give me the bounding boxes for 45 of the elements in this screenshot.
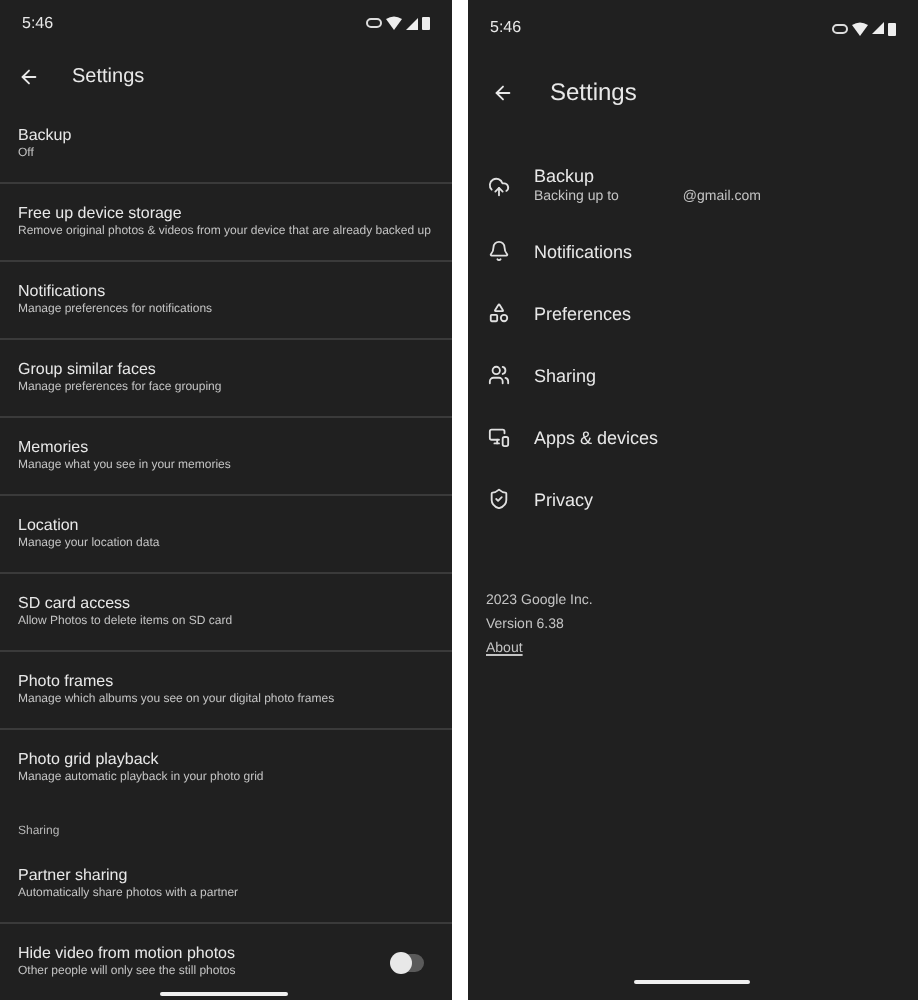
shapes-icon (488, 302, 510, 324)
wifi-icon (386, 16, 402, 31)
row-title: Location (18, 516, 81, 536)
cloud-upload-icon (488, 175, 510, 197)
home-indicator (160, 992, 288, 996)
menu-item-title: Apps & devices (534, 425, 659, 449)
back-icon[interactable] (18, 65, 40, 88)
battery-icon (422, 16, 430, 31)
menu-item-title: Privacy (534, 487, 594, 511)
devices-icon (488, 426, 510, 448)
row-title: Photo grid playback (18, 750, 161, 770)
signal-icon (406, 17, 418, 30)
wifi-icon (852, 21, 868, 35)
menu-item-title: Backup (534, 164, 597, 188)
row-title: Hide video from motion photos (18, 944, 236, 964)
screen-title: Settings (72, 63, 145, 92)
row-title: Group similar faces (18, 360, 158, 380)
menu-item-title: Sharing (534, 363, 597, 387)
screen-title: Settings (550, 76, 637, 110)
row-title: Photo frames (18, 672, 116, 692)
people-icon (488, 364, 510, 386)
row-title: Backup (18, 126, 74, 146)
link-icon (832, 23, 848, 33)
status-time: 5:46 (22, 11, 54, 36)
status-time: 5:46 (490, 16, 522, 40)
toggle-switch[interactable] (392, 953, 424, 971)
row-title: Free up device storage (18, 204, 184, 224)
signal-icon (872, 22, 884, 34)
menu-item[interactable]: Preferences (468, 282, 918, 344)
battery-icon (888, 21, 896, 35)
menu-item[interactable]: Notifications (468, 220, 918, 282)
row-title: Notifications (18, 282, 108, 302)
menu-item-title: Notifications (534, 239, 633, 263)
home-indicator (634, 980, 750, 984)
back-icon[interactable] (492, 81, 514, 103)
shield-icon (488, 488, 510, 510)
menu-item[interactable]: Sharing (468, 344, 918, 406)
menu-item-title: Preferences (534, 301, 632, 325)
row-title: Memories (18, 438, 91, 458)
menu-item[interactable]: Privacy (468, 468, 918, 530)
bell-icon (488, 240, 510, 262)
link-icon (366, 18, 382, 29)
menu-item[interactable]: Apps & devices (468, 406, 918, 468)
row-title: Partner sharing (18, 866, 130, 886)
row-title: SD card access (18, 594, 133, 614)
